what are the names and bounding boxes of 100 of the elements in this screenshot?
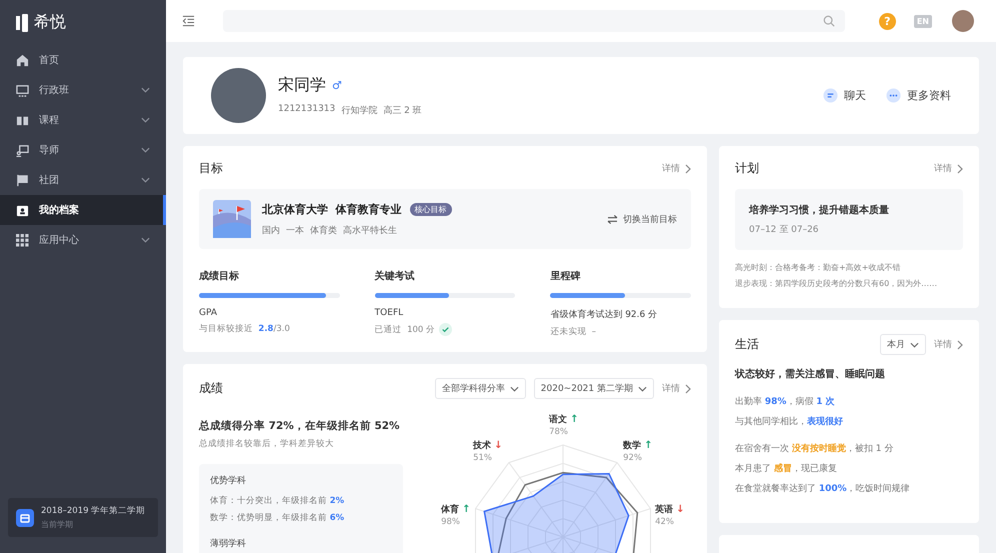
- sidebar-item[interactable]: 我的档案: [0, 195, 166, 225]
- metric-name: 省级体育考试达到 92.6 分: [550, 308, 658, 321]
- score-rate: 78%: [549, 427, 569, 437]
- sidebar-item[interactable]: 课程: [0, 105, 166, 135]
- swap-icon: [607, 214, 618, 224]
- more-dots-icon: [886, 88, 901, 103]
- subject-label: 体育: [441, 503, 460, 516]
- student-name: 宋同学: [278, 74, 326, 96]
- subject-note: 体育：十分突出，年级排名前 2%: [210, 495, 346, 507]
- plan-note: 退步表现：第四学段历史段考的分数只有60，因为外……: [735, 278, 938, 289]
- plan-item-card[interactable]: 培养学习习惯，提升错题本质量 07–12 至 07–26: [735, 189, 963, 250]
- trend-arrow: ↓: [494, 440, 502, 451]
- more-info-button[interactable]: 更多资料: [886, 88, 951, 103]
- class-name: 高三 2 班: [383, 104, 422, 116]
- chevron-right-icon: [957, 340, 963, 350]
- life-summary: 状态较好，需关注感冒、睡眠问题: [735, 367, 886, 381]
- flag-icon: [16, 174, 29, 186]
- calendar-icon: [16, 508, 34, 526]
- life-note: 在宿舍有一次 没有按时睡觉，被扣 1 分: [735, 442, 894, 455]
- collapse-menu-icon[interactable]: [182, 15, 195, 27]
- screen-icon: [16, 144, 29, 156]
- metric-note: 还未实现 –: [550, 326, 596, 338]
- board-icon: [16, 84, 29, 96]
- chevron-right-icon: [685, 164, 691, 174]
- score-rate: 92%: [623, 453, 643, 463]
- metric-title: 里程碑: [550, 270, 582, 283]
- chat-button[interactable]: 聊天: [823, 88, 866, 103]
- chevron-right-icon: [957, 164, 963, 174]
- details-link[interactable]: 详情: [934, 338, 963, 351]
- sidebar-item[interactable]: 社团: [0, 165, 166, 195]
- chevron-down-icon: [638, 386, 647, 392]
- score-rate: 51%: [473, 453, 493, 463]
- grades-summary: 总成绩得分率 72%，在年级排名前 52%: [199, 419, 401, 433]
- chevron-right-icon: [685, 384, 691, 394]
- month-dropdown[interactable]: 本月: [880, 334, 926, 355]
- brand-name: 希悦: [34, 12, 66, 33]
- user-avatar[interactable]: [952, 10, 974, 32]
- search-field[interactable]: [223, 10, 845, 32]
- metric-note: 已通过 100 分: [374, 324, 436, 336]
- metric-title: 关键考试: [374, 270, 416, 283]
- target-tag: 高水平特长生: [343, 224, 397, 236]
- trend-arrow: ↑: [462, 504, 470, 515]
- gender-symbol: ♂: [332, 78, 342, 92]
- chevron-down-icon: [510, 386, 519, 392]
- school-name: 行知学院: [341, 104, 378, 116]
- search-icon: [822, 15, 835, 27]
- metric-name: TOEFL: [374, 308, 404, 318]
- grades-comment: 总成绩排名较靠后，学科差异较大: [199, 438, 335, 450]
- sidebar-item[interactable]: 应用中心: [0, 225, 166, 255]
- section-title: 计划: [735, 160, 759, 177]
- target-tag: 国内: [262, 224, 280, 236]
- sidebar-item[interactable]: 导师: [0, 135, 166, 165]
- details-link[interactable]: 详情: [662, 382, 691, 395]
- section-title: 目标: [199, 160, 223, 177]
- subject-label: 语文: [549, 413, 568, 426]
- score-rate: 42%: [655, 517, 675, 527]
- id-card-icon: [16, 204, 29, 216]
- section-title: 生活: [735, 336, 759, 353]
- sidebar-item[interactable]: 首页: [0, 45, 166, 75]
- plan-note: 高光时刻：合格考备考：勤奋+高效+收成不错: [735, 262, 902, 273]
- sidebar-item[interactable]: 行政班: [0, 75, 166, 105]
- life-note: 本月患了 感冒，现已康复: [735, 462, 838, 475]
- chat-bubble-icon: [823, 88, 838, 103]
- trend-arrow: ↑: [570, 414, 578, 425]
- filter-dropdown[interactable]: 2020~2021 第二学期: [534, 378, 654, 399]
- term-title: 2018–2019 学年第二学期: [41, 505, 146, 517]
- life-note: 与其他同学相比，表现很好: [735, 415, 844, 428]
- details-link[interactable]: 详情: [662, 162, 691, 175]
- chevron-down-icon: [910, 342, 919, 348]
- target-tag: 一本: [286, 224, 304, 236]
- home-icon: [16, 54, 29, 66]
- metric-name: GPA: [199, 308, 218, 318]
- filter-dropdown[interactable]: 全部学科得分率: [434, 378, 526, 399]
- strong-subjects-title: 优势学科: [210, 474, 247, 487]
- trend-arrow: ↓: [676, 504, 684, 515]
- plan-dates: 07–12 至 07–26: [749, 224, 820, 236]
- logo-icon: [16, 14, 30, 32]
- life-note: 出勤率 98%，病假 1 次: [735, 396, 836, 408]
- subject-note: 数学：优势明显，年级排名前 6%: [210, 512, 346, 524]
- life-note: 在食堂就餐率达到了 100%，吃饭时间规律: [735, 482, 911, 495]
- plan-title: 培养学习习惯，提升错题本质量: [749, 203, 890, 217]
- grid-icon: [16, 234, 29, 246]
- mountain-flag-drawing: [213, 200, 251, 238]
- subject-label: 技术: [473, 439, 492, 452]
- target-tag: 体育类: [310, 224, 337, 236]
- trend-arrow: ↑: [644, 440, 652, 451]
- weak-subjects-title: 薄弱学科: [210, 538, 247, 550]
- student-id: 1212131313: [278, 104, 336, 116]
- switch-goal-button[interactable]: 切换当前目标: [607, 212, 677, 226]
- section-title: 成绩: [199, 380, 223, 397]
- target-name: 北京体育大学 体育教育专业: [262, 202, 402, 216]
- metric-note: 与目标较接近 2.8/3.0: [199, 323, 290, 335]
- term-subtitle: 当前学期: [41, 519, 74, 530]
- core-goal-badge: 核心目标: [410, 202, 452, 216]
- subject-label: 数学: [623, 440, 642, 452]
- score-rate: 98%: [441, 517, 461, 527]
- term-card[interactable]: 2018–2019 学年第二学期 当前学期: [8, 498, 158, 537]
- subject-label: 英语: [655, 503, 674, 516]
- metric-title: 成绩目标: [199, 270, 240, 283]
- details-link[interactable]: 详情: [934, 162, 963, 175]
